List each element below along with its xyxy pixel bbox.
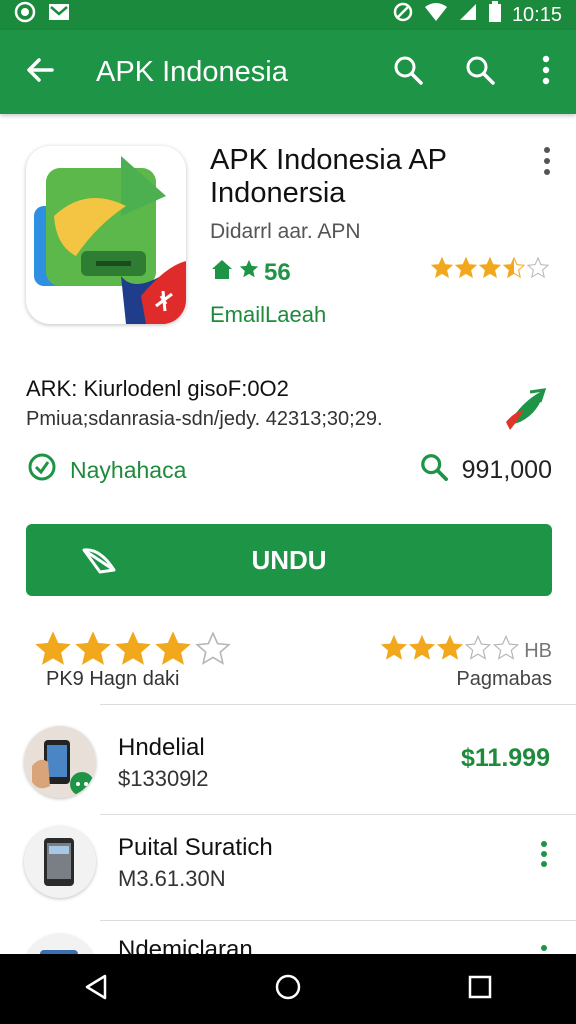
wifi-icon xyxy=(424,2,448,28)
app-rating-stars xyxy=(430,256,550,287)
app-bar: APK Indonesia xyxy=(0,30,576,114)
app-info: ARK: Kiurlodenl gisoF:0O2 Pmiua;sdanrasi… xyxy=(26,376,546,431)
info-line-2: Pmiua;sdanrasia-sdn/jedy. 42313;30;29. xyxy=(26,408,383,430)
app-header: APK Indonesia AP Indonersia Didarrl aar.… xyxy=(0,130,576,350)
search-button[interactable] xyxy=(372,30,444,114)
system-nav-bar xyxy=(0,954,576,1024)
search-icon xyxy=(420,453,448,488)
app-score-value: 56 xyxy=(264,258,291,286)
whatsapp-icon xyxy=(14,1,36,29)
app-developer[interactable]: Didarrl aar. APN xyxy=(210,220,361,244)
back-arrow-icon xyxy=(25,55,55,90)
more-vert-icon xyxy=(543,146,551,182)
more-vert-icon xyxy=(540,944,548,954)
search-icon xyxy=(393,55,423,90)
nav-home-button[interactable] xyxy=(248,954,328,1024)
list-item-title: Hndelial xyxy=(118,734,205,761)
app-icon[interactable] xyxy=(26,146,186,324)
rating-right-label: Pagmabas xyxy=(456,668,552,690)
refresh-icon xyxy=(26,451,58,489)
star-icon xyxy=(492,634,520,669)
gmail-icon xyxy=(48,2,70,28)
nav-home-icon xyxy=(274,973,302,1006)
more-vert-icon xyxy=(540,840,548,876)
nav-back-icon xyxy=(83,973,109,1006)
app-bar-title: APK Indonesia xyxy=(96,55,288,88)
meta-row: Nayhahaca 991,000 xyxy=(26,450,552,490)
install-label: UNDU xyxy=(251,544,327,575)
star-icon xyxy=(526,256,550,287)
rating-stars-right[interactable]: HB xyxy=(380,634,552,669)
list-item-thumbnail xyxy=(24,934,96,954)
star-icon xyxy=(380,634,408,669)
rating-stars-right-marks xyxy=(380,634,520,669)
status-time: 10:15 xyxy=(511,3,562,26)
overflow-menu-button[interactable] xyxy=(516,30,576,114)
app-more-button[interactable] xyxy=(532,146,562,182)
star-icon xyxy=(408,634,436,669)
info-line-1: ARK: Kiurlodenl gisoF:0O2 xyxy=(26,376,289,401)
nav-recents-icon xyxy=(468,975,492,1004)
install-button[interactable]: UNDU xyxy=(26,524,552,596)
more-vert-icon xyxy=(542,55,550,90)
app-score: 56 xyxy=(210,258,291,287)
search-button-2[interactable] xyxy=(444,30,516,114)
download-leaf-icon xyxy=(80,542,120,578)
meta-right: 991,000 xyxy=(420,453,552,488)
list-item-thumbnail xyxy=(24,826,96,898)
app-title: APK Indonesia AP Indonersia xyxy=(210,144,447,209)
list-item[interactable]: Ndemiclaran xyxy=(0,916,576,954)
meta-left[interactable]: Nayhahaca xyxy=(26,451,186,489)
list-item-more-button[interactable] xyxy=(534,840,554,876)
no-sim-icon xyxy=(392,1,414,29)
list-item-thumbnail xyxy=(24,726,96,798)
list-item-subtitle: $13309l2 xyxy=(118,766,209,791)
list-item-title: Ndemiclaran xyxy=(118,936,253,954)
ratings-row: PK9 Hagn daki HB Pagmabas xyxy=(26,630,552,690)
rating-right-badge: HB xyxy=(524,640,552,662)
divider xyxy=(100,704,576,705)
star-icon xyxy=(464,634,492,669)
list-item-title: Puital Suratich xyxy=(118,834,273,861)
list-item[interactable]: Puital Suratich M3.61.30N xyxy=(0,808,576,918)
home-icon xyxy=(210,258,234,287)
status-bar: 10:15 xyxy=(0,0,576,30)
list-item-more-button[interactable] xyxy=(534,944,554,954)
list-item[interactable]: Hndelial $13309l2 $11.999 xyxy=(0,708,576,818)
signal-icon xyxy=(458,2,478,28)
leaf-arrow-icon xyxy=(500,382,552,434)
star-icon xyxy=(194,630,232,678)
nav-recents-button[interactable] xyxy=(440,954,520,1024)
meta-right-value: 991,000 xyxy=(461,455,552,484)
list-item-subtitle: M3.61.30N xyxy=(118,866,226,891)
star-icon xyxy=(478,256,502,287)
star-icon xyxy=(502,256,526,287)
list-item-price[interactable]: $11.999 xyxy=(461,744,550,773)
nav-back-button[interactable] xyxy=(56,954,136,1024)
rating-left-label: PK9 Hagn daki xyxy=(46,668,180,690)
star-icon xyxy=(238,258,260,287)
back-button[interactable] xyxy=(0,30,80,114)
search-icon xyxy=(465,55,495,90)
star-icon xyxy=(436,634,464,669)
meta-left-label: Nayhahaca xyxy=(70,456,187,483)
app-category[interactable]: EmailLaeah xyxy=(210,302,326,328)
battery-icon xyxy=(488,1,502,29)
star-icon xyxy=(430,256,454,287)
star-icon xyxy=(454,256,478,287)
